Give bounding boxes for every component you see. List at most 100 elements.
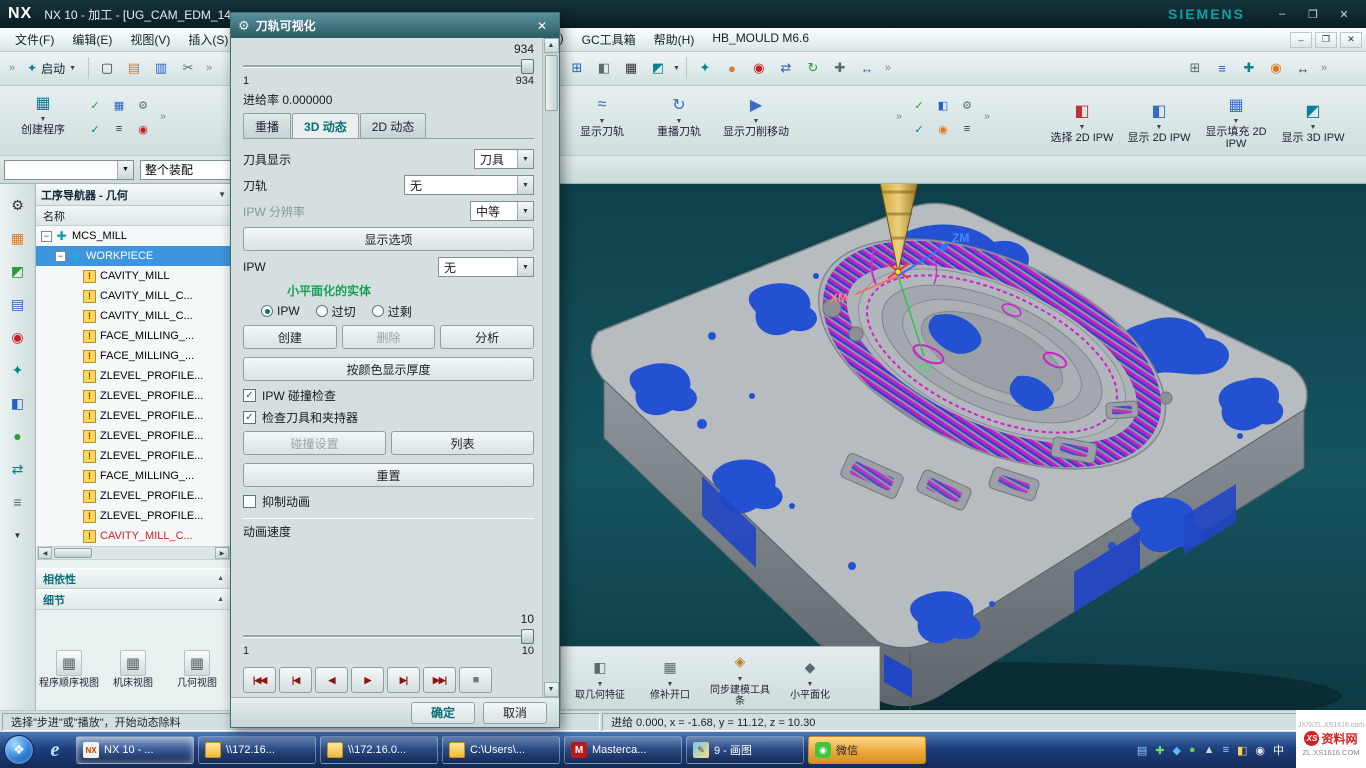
reuse-library-icon[interactable] — [7, 326, 29, 348]
panel-options-icon[interactable] — [218, 190, 226, 199]
confirm-icon[interactable] — [84, 118, 106, 140]
minimize-button[interactable] — [1268, 5, 1296, 24]
selection-filter-combo[interactable] — [4, 160, 134, 180]
selection-scope-field[interactable]: 整个装配 — [140, 160, 232, 180]
playback-button[interactable]: |◀ — [279, 667, 312, 693]
tree-item[interactable]: ZLEVEL_PROFILE... — [36, 366, 231, 386]
slider-handle[interactable] — [521, 59, 534, 74]
viewport-toolbar-button[interactable]: 同步建模工具条 — [707, 650, 773, 707]
taskbar-task-button[interactable]: Masterca... — [564, 736, 682, 764]
postprocess-icon[interactable] — [132, 94, 154, 116]
part-navigator-icon[interactable] — [7, 293, 29, 315]
tree-item[interactable]: CAVITY_MILL_C... — [36, 526, 231, 546]
generate-icon[interactable] — [108, 94, 130, 116]
window-layout-icon[interactable] — [1183, 56, 1207, 80]
taskbar-task-button[interactable]: 9 - 画图 — [686, 736, 804, 764]
effects-icon[interactable] — [693, 56, 717, 80]
ipw-button[interactable]: 显示 2D IPW — [1122, 98, 1196, 144]
tray-icon[interactable]: ▤ — [1137, 744, 1147, 757]
tray-icon[interactable]: 中 — [1273, 742, 1284, 758]
render-style-icon[interactable] — [646, 56, 670, 80]
slider-handle[interactable] — [521, 629, 534, 644]
ipw-button[interactable]: 显示填充 2D IPW — [1199, 92, 1273, 150]
point-icon[interactable] — [1264, 56, 1288, 80]
verify-toolpath-icon[interactable] — [908, 94, 930, 116]
resource-bar-options-icon[interactable] — [7, 524, 29, 546]
dialog-tab[interactable]: 2D 动态 — [360, 113, 427, 138]
playback-button[interactable]: |◀◀ — [243, 667, 276, 693]
layers-icon[interactable] — [1210, 56, 1234, 80]
close-button[interactable] — [1330, 5, 1358, 24]
tree-item[interactable]: FACE_MILLING_... — [36, 466, 231, 486]
internet-explorer-taskbar-icon[interactable] — [38, 736, 72, 764]
dialog-close-icon[interactable] — [532, 19, 552, 33]
tree-item[interactable]: FACE_MILLING_... — [36, 326, 231, 346]
dialog-title-bar[interactable]: 刀轨可视化 — [231, 13, 559, 38]
tree-item[interactable]: CAVITY_MILL_C... — [36, 306, 231, 326]
view-mode-button[interactable]: 几何视图 — [166, 650, 228, 689]
scroll-left-icon[interactable] — [38, 547, 52, 559]
tree-item[interactable]: ZLEVEL_PROFILE... — [36, 506, 231, 526]
tree-item[interactable]: CAVITY_MILL_C... — [36, 286, 231, 306]
taskbar-task-button[interactable]: \\172.16... — [198, 736, 316, 764]
grid-display-icon[interactable] — [565, 56, 589, 80]
measure-icon[interactable] — [855, 56, 879, 80]
tree-item[interactable]: FACE_MILLING_... — [36, 346, 231, 366]
internet-explorer-icon[interactable] — [7, 392, 29, 414]
taskbar-task-button[interactable]: C:\Users\... — [442, 736, 560, 764]
viewport-toolbar-button[interactable]: 小平面化 — [777, 655, 843, 701]
tree-item[interactable]: ZLEVEL_PROFILE... — [36, 486, 231, 506]
playback-button[interactable]: ◀ — [315, 667, 348, 693]
toolpath-display-button[interactable]: 显示刀轨 — [565, 92, 639, 138]
dialog-tab[interactable]: 3D 动态 — [292, 113, 359, 138]
tree-item[interactable]: MCS_MILL — [36, 226, 231, 246]
tray-icon[interactable]: ◉ — [1255, 744, 1265, 757]
scrollbar-thumb[interactable] — [54, 548, 92, 558]
reset-button[interactable]: 重置 — [243, 463, 534, 487]
toolpath-select[interactable]: 无 — [404, 175, 534, 195]
tray-icon[interactable]: ≡ — [1223, 744, 1229, 756]
radio-option[interactable]: IPW — [261, 304, 300, 318]
collision-settings-button[interactable]: 碰撞设置 — [243, 431, 386, 455]
ipw-button[interactable]: 选择 2D IPW — [1045, 98, 1119, 144]
verify-icon[interactable] — [84, 94, 106, 116]
suppress-animation-checkbox[interactable] — [243, 495, 256, 508]
tree-horizontal-scrollbar[interactable] — [37, 546, 230, 560]
swap-view-icon[interactable] — [774, 56, 798, 80]
scroll-right-icon[interactable] — [215, 547, 229, 559]
tray-icon[interactable]: ✚ — [1155, 744, 1164, 757]
ipw-collision-checkbox[interactable] — [243, 389, 256, 402]
tray-icon[interactable]: ◧ — [1237, 744, 1247, 757]
radio-option[interactable]: 过切 — [316, 303, 356, 320]
wireframe-view-icon[interactable] — [619, 56, 643, 80]
csys-icon[interactable] — [828, 56, 852, 80]
assembly-navigator-icon[interactable] — [7, 227, 29, 249]
menu-item[interactable]: 插入(S) — [179, 28, 237, 51]
tray-icon[interactable]: ▲ — [1204, 744, 1215, 756]
datum-icon[interactable] — [1237, 56, 1261, 80]
open-file-icon[interactable] — [122, 56, 146, 80]
save-icon[interactable] — [149, 56, 173, 80]
tree-expander-icon[interactable] — [41, 231, 52, 242]
tree-item[interactable]: WORKPIECE — [36, 246, 231, 266]
gouge-check-icon[interactable] — [908, 118, 930, 140]
radio-option[interactable]: 过剩 — [372, 303, 412, 320]
playback-button[interactable]: ■ — [459, 667, 492, 693]
optimize-icon[interactable] — [932, 118, 954, 140]
playback-button[interactable]: ▶ — [351, 667, 384, 693]
details-section[interactable]: 细节 — [36, 589, 231, 610]
scroll-up-icon[interactable] — [544, 38, 559, 53]
animation-speed-slider[interactable] — [243, 629, 534, 644]
scroll-down-icon[interactable] — [544, 682, 559, 697]
tree-item[interactable]: ZLEVEL_PROFILE... — [36, 446, 231, 466]
rotate-view-icon[interactable] — [801, 56, 825, 80]
menu-item[interactable]: 编辑(E) — [63, 28, 121, 51]
report-icon[interactable] — [956, 118, 978, 140]
dialog-tab[interactable]: 重播 — [243, 113, 291, 138]
dialog-scrollbar[interactable] — [542, 38, 559, 697]
child-close-button[interactable] — [1340, 32, 1362, 48]
manager-icon[interactable] — [7, 491, 29, 513]
list-output-icon[interactable] — [108, 118, 130, 140]
snap-point-icon[interactable] — [747, 56, 771, 80]
toolpath-display-button[interactable]: 显示刀削移动 — [719, 92, 793, 138]
